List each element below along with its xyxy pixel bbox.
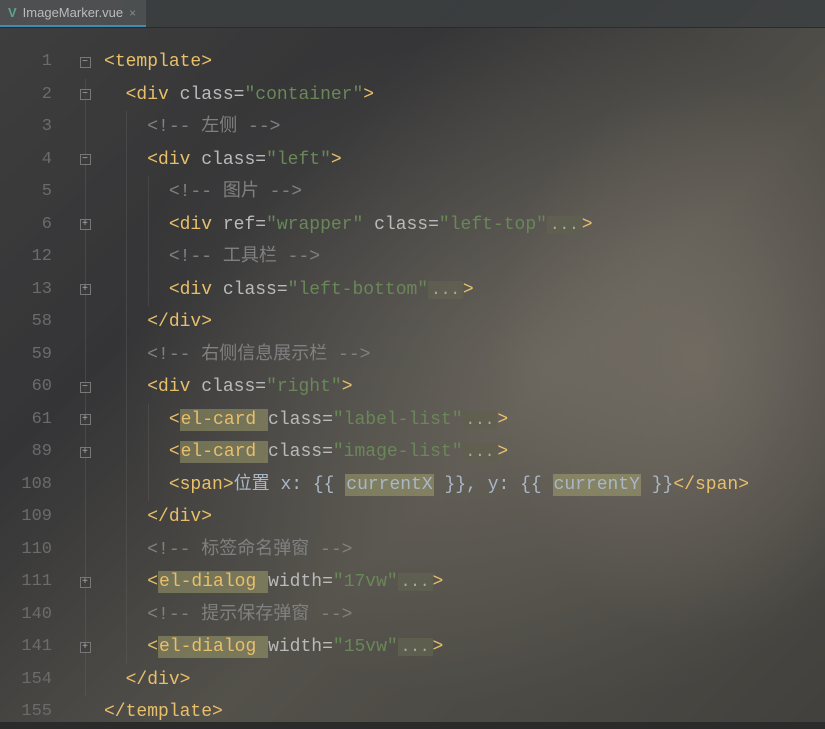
fold-expand-icon[interactable]: + <box>80 219 91 230</box>
fold-collapse-icon[interactable]: − <box>80 89 91 100</box>
close-icon[interactable]: × <box>129 6 136 20</box>
gutter: 1 2 3 4 5 6 12 13 58 59 60 61 89 108 109… <box>0 28 66 722</box>
folded-marker[interactable]: ... <box>463 411 498 429</box>
fold-expand-icon[interactable]: + <box>80 642 91 653</box>
fold-expand-icon[interactable]: + <box>80 577 91 588</box>
line-number: 154 <box>0 664 66 697</box>
code-line: <!-- 右侧信息展示栏 --> <box>104 339 825 372</box>
code-line: </div> <box>104 664 825 697</box>
code-line: <el-card class="label-list"...> <box>104 404 825 437</box>
code-line: <!-- 工具栏 --> <box>104 241 825 274</box>
code-line: <!-- 左侧 --> <box>104 111 825 144</box>
line-number: 60 <box>0 371 66 404</box>
code-line: <div class="left-bottom"...> <box>104 274 825 307</box>
code-line: </template> <box>104 696 825 729</box>
line-number: 155 <box>0 696 66 729</box>
fold-collapse-icon[interactable]: − <box>80 382 91 393</box>
folded-marker[interactable]: ... <box>428 281 463 299</box>
code-line: </div> <box>104 306 825 339</box>
fold-expand-icon[interactable]: + <box>80 284 91 295</box>
line-number: 58 <box>0 306 66 339</box>
code-line: <el-card class="image-list"...> <box>104 436 825 469</box>
line-number: 5 <box>0 176 66 209</box>
code-line: <span>位置 x: {{ currentX }}, y: {{ curren… <box>104 469 825 502</box>
code-line: <!-- 标签命名弹窗 --> <box>104 534 825 567</box>
line-number: 111 <box>0 566 66 599</box>
line-number: 61 <box>0 404 66 437</box>
fold-column: − − − + + − + + + + <box>66 28 104 722</box>
code-line: <div ref="wrapper" class="left-top"...> <box>104 209 825 242</box>
line-number: 108 <box>0 469 66 502</box>
line-number: 13 <box>0 274 66 307</box>
line-number: 141 <box>0 631 66 664</box>
folded-marker[interactable]: ... <box>398 573 433 591</box>
line-number: 6 <box>0 209 66 242</box>
code-line: </div> <box>104 501 825 534</box>
tab-filename: ImageMarker.vue <box>23 5 123 20</box>
code-line: <div class="right"> <box>104 371 825 404</box>
code-line: <el-dialog width="17vw"...> <box>104 566 825 599</box>
line-number: 59 <box>0 339 66 372</box>
code-line: <div class="container"> <box>104 79 825 112</box>
line-number: 12 <box>0 241 66 274</box>
fold-expand-icon[interactable]: + <box>80 447 91 458</box>
code-line: <!-- 图片 --> <box>104 176 825 209</box>
line-number: 4 <box>0 144 66 177</box>
line-number: 89 <box>0 436 66 469</box>
line-number: 140 <box>0 599 66 632</box>
fold-collapse-icon[interactable]: − <box>80 57 91 68</box>
code-line: <template> <box>104 46 825 79</box>
folded-marker[interactable]: ... <box>547 216 582 234</box>
line-number: 110 <box>0 534 66 567</box>
code-editor[interactable]: 1 2 3 4 5 6 12 13 58 59 60 61 89 108 109… <box>0 28 825 722</box>
file-tab[interactable]: V ImageMarker.vue × <box>0 0 146 27</box>
tab-bar: V ImageMarker.vue × <box>0 0 825 28</box>
line-number: 1 <box>0 46 66 79</box>
code-line: <!-- 提示保存弹窗 --> <box>104 599 825 632</box>
vue-icon: V <box>8 5 17 20</box>
folded-marker[interactable]: ... <box>463 443 498 461</box>
fold-collapse-icon[interactable]: − <box>80 154 91 165</box>
folded-marker[interactable]: ... <box>398 638 433 656</box>
line-number: 3 <box>0 111 66 144</box>
code-line: <div class="left"> <box>104 144 825 177</box>
code-line: <el-dialog width="15vw"...> <box>104 631 825 664</box>
line-number: 109 <box>0 501 66 534</box>
line-number: 2 <box>0 79 66 112</box>
code-area[interactable]: <template> <div class="container"> <!-- … <box>104 28 825 722</box>
fold-expand-icon[interactable]: + <box>80 414 91 425</box>
